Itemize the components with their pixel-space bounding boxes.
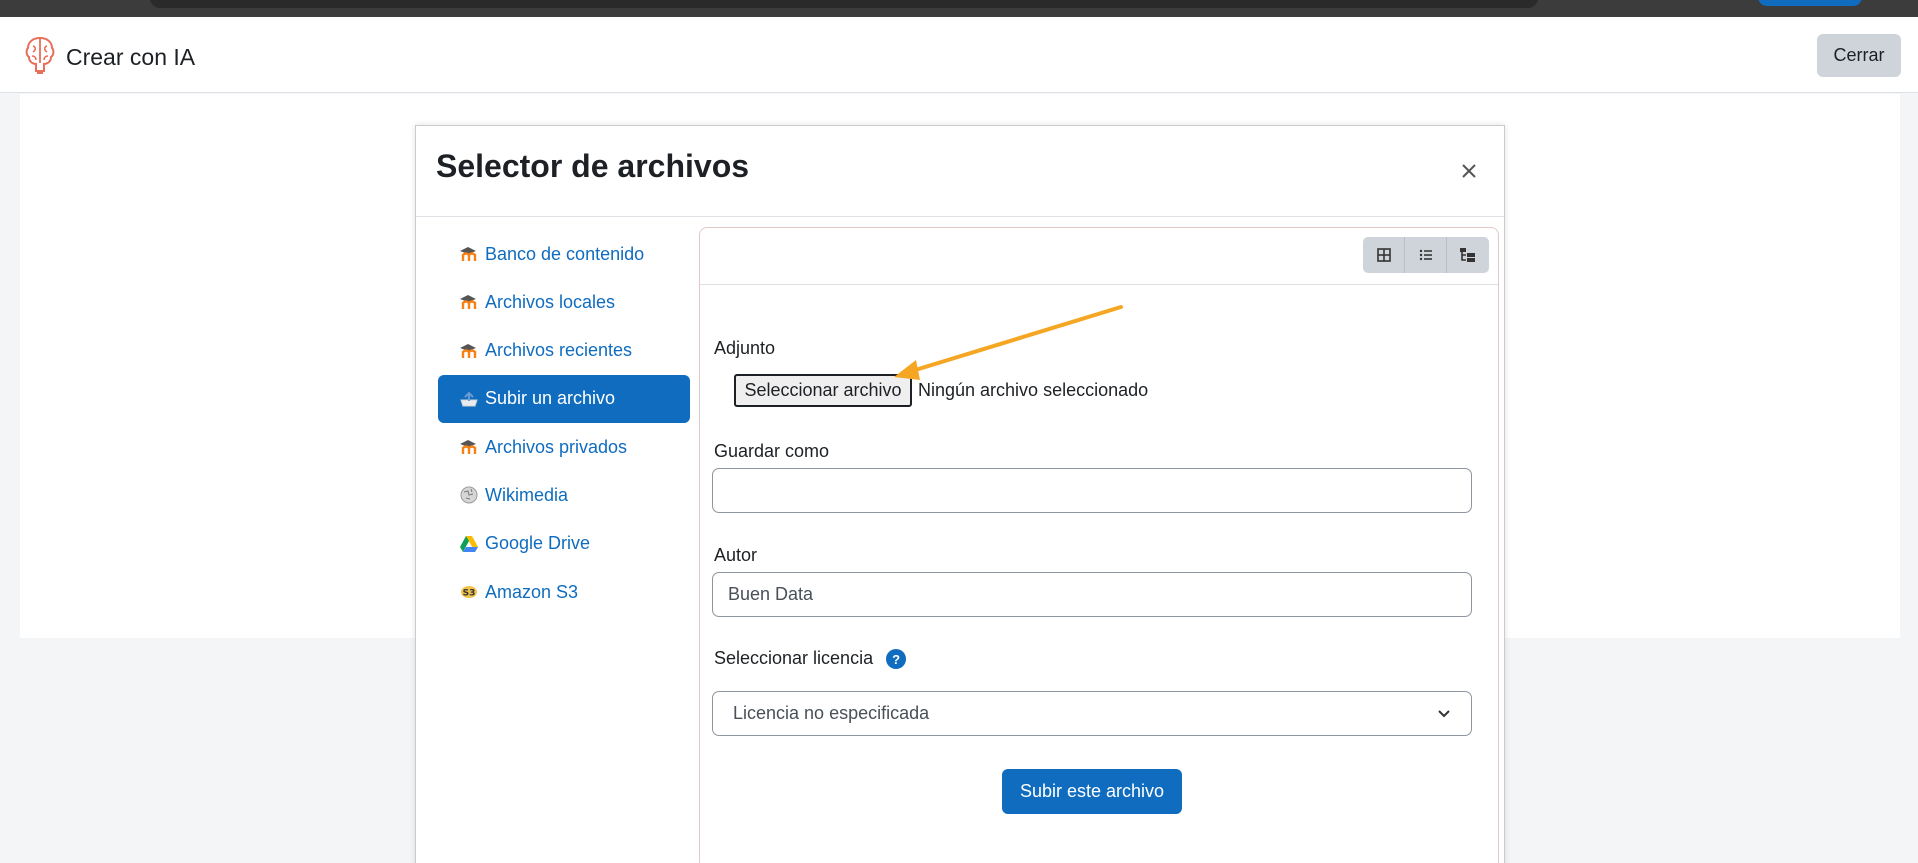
list-view-icon[interactable] xyxy=(1405,237,1447,273)
wikimedia-icon xyxy=(458,484,480,506)
browser-address-bar[interactable] xyxy=(150,0,1538,8)
moodle-icon xyxy=(458,436,480,458)
save-as-input[interactable] xyxy=(712,468,1472,513)
author-label: Autor xyxy=(714,545,758,565)
choose-file-button[interactable]: Seleccionar archivo xyxy=(734,374,912,407)
nav-item-recent-files[interactable]: Archivos recientes xyxy=(438,327,690,375)
chevron-down-icon xyxy=(1437,703,1451,724)
google-drive-icon xyxy=(458,533,480,555)
file-picker-dialog: Selector de archivos Banco de contenido … xyxy=(415,125,1505,863)
amazon-s3-icon: S3 xyxy=(458,581,480,603)
browser-action-button[interactable] xyxy=(1758,0,1862,6)
nav-item-label: Archivos locales xyxy=(485,291,616,312)
nav-item-amazon-s3[interactable]: S3 Amazon S3 xyxy=(438,568,690,616)
dialog-header: Selector de archivos xyxy=(416,126,1504,217)
help-icon[interactable]: ? xyxy=(886,649,907,670)
license-select[interactable]: Licencia no especificada xyxy=(712,691,1472,736)
license-label-row: Seleccionar licencia ? xyxy=(714,648,907,670)
tree-view-icon[interactable] xyxy=(1447,237,1489,273)
nav-item-label: Amazon S3 xyxy=(485,581,579,602)
nav-item-label: Banco de contenido xyxy=(485,243,645,264)
nav-item-google-drive[interactable]: Google Drive xyxy=(438,520,690,568)
nav-item-label: Archivos privados xyxy=(485,436,628,457)
save-as-label: Guardar como xyxy=(714,441,830,461)
file-status-text: Ningún archivo seleccionado xyxy=(918,380,1149,400)
file-chooser: Seleccionar archivo Ningún archivo selec… xyxy=(734,374,1148,407)
moodle-icon xyxy=(458,291,480,313)
app-title: Crear con IA xyxy=(66,44,196,70)
nav-item-wikimedia[interactable]: Wikimedia xyxy=(438,471,690,519)
nav-item-label: Subir un archivo xyxy=(485,388,616,409)
attachment-label: Adjunto xyxy=(714,338,776,358)
dialog-close-icon[interactable] xyxy=(1456,158,1482,184)
author-input[interactable] xyxy=(712,572,1472,617)
nav-item-label: Google Drive xyxy=(485,533,591,554)
top-bar: Crear con IA Cerrar xyxy=(0,17,1918,93)
view-toolbar xyxy=(700,228,1498,285)
upload-panel: Adjunto Seleccionar archivo Ningún archi… xyxy=(699,227,1499,863)
nav-item-private-files[interactable]: Archivos privados xyxy=(438,423,690,471)
upload-file-button[interactable]: Subir este archivo xyxy=(1002,769,1182,814)
nav-item-label: Archivos recientes xyxy=(485,340,633,361)
nav-item-content-bank[interactable]: Banco de contenido xyxy=(438,230,690,278)
nav-item-upload-file[interactable]: Subir un archivo xyxy=(438,374,690,423)
brand: Crear con IA xyxy=(24,35,195,80)
grid-view-icon[interactable] xyxy=(1363,237,1405,273)
browser-chrome-strip xyxy=(0,0,1918,17)
moodle-icon xyxy=(458,243,480,265)
view-switcher xyxy=(1363,237,1489,273)
license-label: Seleccionar licencia xyxy=(714,648,874,668)
brain-icon xyxy=(24,35,56,80)
repository-nav: Banco de contenido Archivos locales Arch… xyxy=(438,230,690,616)
dialog-title: Selector de archivos xyxy=(436,148,750,184)
close-button[interactable]: Cerrar xyxy=(1817,34,1901,77)
nav-item-local-files[interactable]: Archivos locales xyxy=(438,278,690,326)
upload-icon xyxy=(458,388,480,410)
moodle-icon xyxy=(458,340,480,362)
svg-text:S3: S3 xyxy=(463,589,476,599)
license-selected-value: Licencia no especificada xyxy=(733,703,930,723)
nav-item-label: Wikimedia xyxy=(485,484,569,505)
